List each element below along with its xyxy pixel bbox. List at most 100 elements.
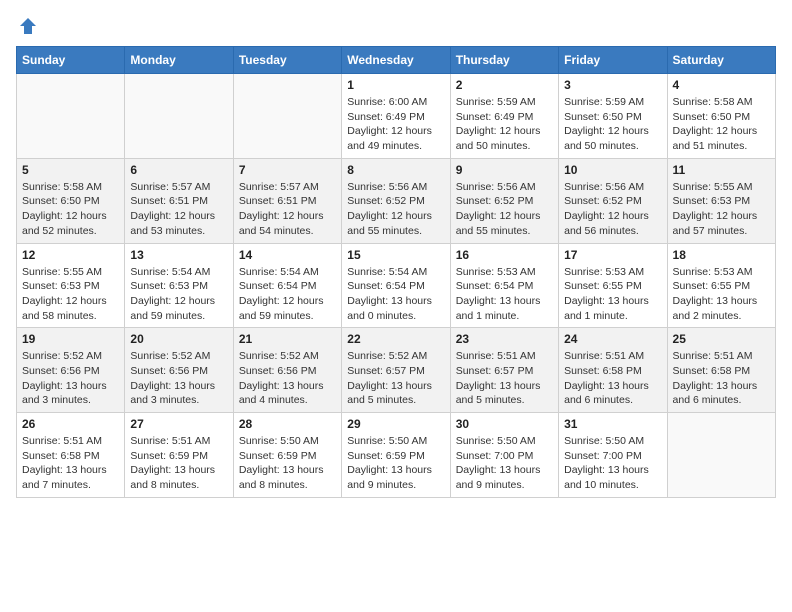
day-info: Sunrise: 5:54 AM Sunset: 6:54 PM Dayligh… — [239, 265, 336, 324]
day-number: 14 — [239, 248, 336, 262]
calendar-cell: 21Sunrise: 5:52 AM Sunset: 6:56 PM Dayli… — [233, 328, 341, 413]
day-number: 15 — [347, 248, 444, 262]
page-header — [16, 16, 776, 36]
calendar-cell — [667, 413, 775, 498]
day-info: Sunrise: 5:59 AM Sunset: 6:50 PM Dayligh… — [564, 95, 661, 154]
day-info: Sunrise: 5:50 AM Sunset: 6:59 PM Dayligh… — [347, 434, 444, 493]
calendar-cell: 30 Sunrise: 5:50 AM Sunset: 7:00 PM Dayli… — [450, 413, 558, 498]
calendar-cell: 14 Sunrise: 5:54 AM Sunset: 6:54 PM Dayli… — [233, 243, 341, 328]
calendar-cell: 25 Sunrise: 5:51 AM Sunset: 6:58 PM Dayli… — [667, 328, 775, 413]
day-info: Sunrise: 5:53 AM Sunset: 6:54 PM Dayligh… — [456, 265, 553, 324]
calendar-cell: 31 Sunrise: 5:50 AM Sunset: 7:00 PM Dayli… — [559, 413, 667, 498]
calendar-header-row: SundayMondayTuesdayWednesdayThursdayFrid… — [17, 47, 776, 74]
day-info: Sunrise: 5:52 AM Sunset: 6:56 PM Dayligh… — [22, 349, 119, 408]
day-number: 31 — [564, 417, 661, 431]
calendar-cell: 12 Sunrise: 5:55 AM Sunset: 6:53 PM Dayli… — [17, 243, 125, 328]
calendar-table: SundayMondayTuesdayWednesdayThursdayFrid… — [16, 46, 776, 498]
day-number: 29 — [347, 417, 444, 431]
day-info: Sunrise: 5:50 AM Sunset: 7:00 PM Dayligh… — [564, 434, 661, 493]
day-number: 30 — [456, 417, 553, 431]
weekday-header-friday: Friday — [559, 47, 667, 74]
calendar-week-row: 12 Sunrise: 5:55 AM Sunset: 6:53 PM Dayli… — [17, 243, 776, 328]
calendar-cell: 27 Sunrise: 5:51 AM Sunset: 6:59 PM Dayli… — [125, 413, 233, 498]
day-info: Sunrise: 5:51 AM Sunset: 6:59 PM Dayligh… — [130, 434, 227, 493]
calendar-week-row: 5 Sunrise: 5:58 AM Sunset: 6:50 PM Daylig… — [17, 158, 776, 243]
calendar-cell: 1 Sunrise: 6:00 AM Sunset: 6:49 PM Daylig… — [342, 74, 450, 159]
calendar-cell: 6Sunrise: 5:57 AM Sunset: 6:51 PM Daylig… — [125, 158, 233, 243]
day-info: Sunrise: 5:51 AM Sunset: 6:58 PM Dayligh… — [673, 349, 770, 408]
calendar-cell: 18Sunrise: 5:53 AM Sunset: 6:55 PM Dayli… — [667, 243, 775, 328]
day-info: Sunrise: 5:51 AM Sunset: 6:57 PM Dayligh… — [456, 349, 553, 408]
day-number: 5 — [22, 163, 119, 177]
day-number: 7 — [239, 163, 336, 177]
calendar-cell: 19 Sunrise: 5:52 AM Sunset: 6:56 PM Dayli… — [17, 328, 125, 413]
calendar-cell: 16 Sunrise: 5:53 AM Sunset: 6:54 PM Dayli… — [450, 243, 558, 328]
weekday-header-thursday: Thursday — [450, 47, 558, 74]
calendar-cell: 9 Sunrise: 5:56 AM Sunset: 6:52 PM Daylig… — [450, 158, 558, 243]
day-number: 24 — [564, 332, 661, 346]
calendar-cell: 20 Sunrise: 5:52 AM Sunset: 6:56 PM Dayli… — [125, 328, 233, 413]
logo-icon — [18, 16, 38, 36]
calendar-cell: 22Sunrise: 5:52 AM Sunset: 6:57 PM Dayli… — [342, 328, 450, 413]
day-info: Sunrise: 6:00 AM Sunset: 6:49 PM Dayligh… — [347, 95, 444, 154]
day-info: Sunrise: 5:58 AM Sunset: 6:50 PM Dayligh… — [22, 180, 119, 239]
day-number: 20 — [130, 332, 227, 346]
day-number: 19 — [22, 332, 119, 346]
day-number: 26 — [22, 417, 119, 431]
calendar-cell: 4 Sunrise: 5:58 AM Sunset: 6:50 PM Daylig… — [667, 74, 775, 159]
day-number: 25 — [673, 332, 770, 346]
weekday-header-sunday: Sunday — [17, 47, 125, 74]
calendar-cell — [17, 74, 125, 159]
calendar-cell: 23 Sunrise: 5:51 AM Sunset: 6:57 PM Dayli… — [450, 328, 558, 413]
day-info: Sunrise: 5:50 AM Sunset: 6:59 PM Dayligh… — [239, 434, 336, 493]
day-number: 27 — [130, 417, 227, 431]
calendar-cell: 13 Sunrise: 5:54 AM Sunset: 6:53 PM Dayli… — [125, 243, 233, 328]
day-number: 16 — [456, 248, 553, 262]
day-info: Sunrise: 5:59 AM Sunset: 6:49 PM Dayligh… — [456, 95, 553, 154]
day-info: Sunrise: 5:57 AM Sunset: 6:51 PM Dayligh… — [130, 180, 227, 239]
day-number: 23 — [456, 332, 553, 346]
calendar-cell: 2 Sunrise: 5:59 AM Sunset: 6:49 PM Daylig… — [450, 74, 558, 159]
day-info: Sunrise: 5:54 AM Sunset: 6:53 PM Dayligh… — [130, 265, 227, 324]
day-info: Sunrise: 5:56 AM Sunset: 6:52 PM Dayligh… — [456, 180, 553, 239]
day-number: 8 — [347, 163, 444, 177]
calendar-cell: 15 Sunrise: 5:54 AM Sunset: 6:54 PM Dayli… — [342, 243, 450, 328]
day-info: Sunrise: 5:56 AM Sunset: 6:52 PM Dayligh… — [347, 180, 444, 239]
day-info: Sunrise: 5:52 AM Sunset: 6:57 PM Dayligh… — [347, 349, 444, 408]
calendar-cell: 11 Sunrise: 5:55 AM Sunset: 6:53 PM Dayli… — [667, 158, 775, 243]
day-number: 3 — [564, 78, 661, 92]
day-info: Sunrise: 5:50 AM Sunset: 7:00 PM Dayligh… — [456, 434, 553, 493]
calendar-week-row: 19 Sunrise: 5:52 AM Sunset: 6:56 PM Dayli… — [17, 328, 776, 413]
calendar-cell: 28 Sunrise: 5:50 AM Sunset: 6:59 PM Dayli… — [233, 413, 341, 498]
day-info: Sunrise: 5:55 AM Sunset: 6:53 PM Dayligh… — [22, 265, 119, 324]
day-number: 12 — [22, 248, 119, 262]
day-info: Sunrise: 5:56 AM Sunset: 6:52 PM Dayligh… — [564, 180, 661, 239]
calendar-cell: 10 Sunrise: 5:56 AM Sunset: 6:52 PM Dayli… — [559, 158, 667, 243]
calendar-cell: 8 Sunrise: 5:56 AM Sunset: 6:52 PM Daylig… — [342, 158, 450, 243]
weekday-header-wednesday: Wednesday — [342, 47, 450, 74]
day-info: Sunrise: 5:54 AM Sunset: 6:54 PM Dayligh… — [347, 265, 444, 324]
day-number: 10 — [564, 163, 661, 177]
calendar-cell: 17Sunrise: 5:53 AM Sunset: 6:55 PM Dayli… — [559, 243, 667, 328]
calendar-cell — [125, 74, 233, 159]
weekday-header-saturday: Saturday — [667, 47, 775, 74]
day-info: Sunrise: 5:52 AM Sunset: 6:56 PM Dayligh… — [130, 349, 227, 408]
day-number: 13 — [130, 248, 227, 262]
day-info: Sunrise: 5:57 AM Sunset: 6:51 PM Dayligh… — [239, 180, 336, 239]
day-number: 2 — [456, 78, 553, 92]
day-info: Sunrise: 5:58 AM Sunset: 6:50 PM Dayligh… — [673, 95, 770, 154]
logo — [16, 16, 38, 36]
calendar-week-row: 1 Sunrise: 6:00 AM Sunset: 6:49 PM Daylig… — [17, 74, 776, 159]
day-number: 11 — [673, 163, 770, 177]
weekday-header-monday: Monday — [125, 47, 233, 74]
day-number: 28 — [239, 417, 336, 431]
day-number: 9 — [456, 163, 553, 177]
day-number: 1 — [347, 78, 444, 92]
day-info: Sunrise: 5:51 AM Sunset: 6:58 PM Dayligh… — [564, 349, 661, 408]
calendar-cell: 5 Sunrise: 5:58 AM Sunset: 6:50 PM Daylig… — [17, 158, 125, 243]
day-info: Sunrise: 5:55 AM Sunset: 6:53 PM Dayligh… — [673, 180, 770, 239]
day-info: Sunrise: 5:53 AM Sunset: 6:55 PM Dayligh… — [673, 265, 770, 324]
day-number: 4 — [673, 78, 770, 92]
calendar-week-row: 26Sunrise: 5:51 AM Sunset: 6:58 PM Dayli… — [17, 413, 776, 498]
day-info: Sunrise: 5:52 AM Sunset: 6:56 PM Dayligh… — [239, 349, 336, 408]
